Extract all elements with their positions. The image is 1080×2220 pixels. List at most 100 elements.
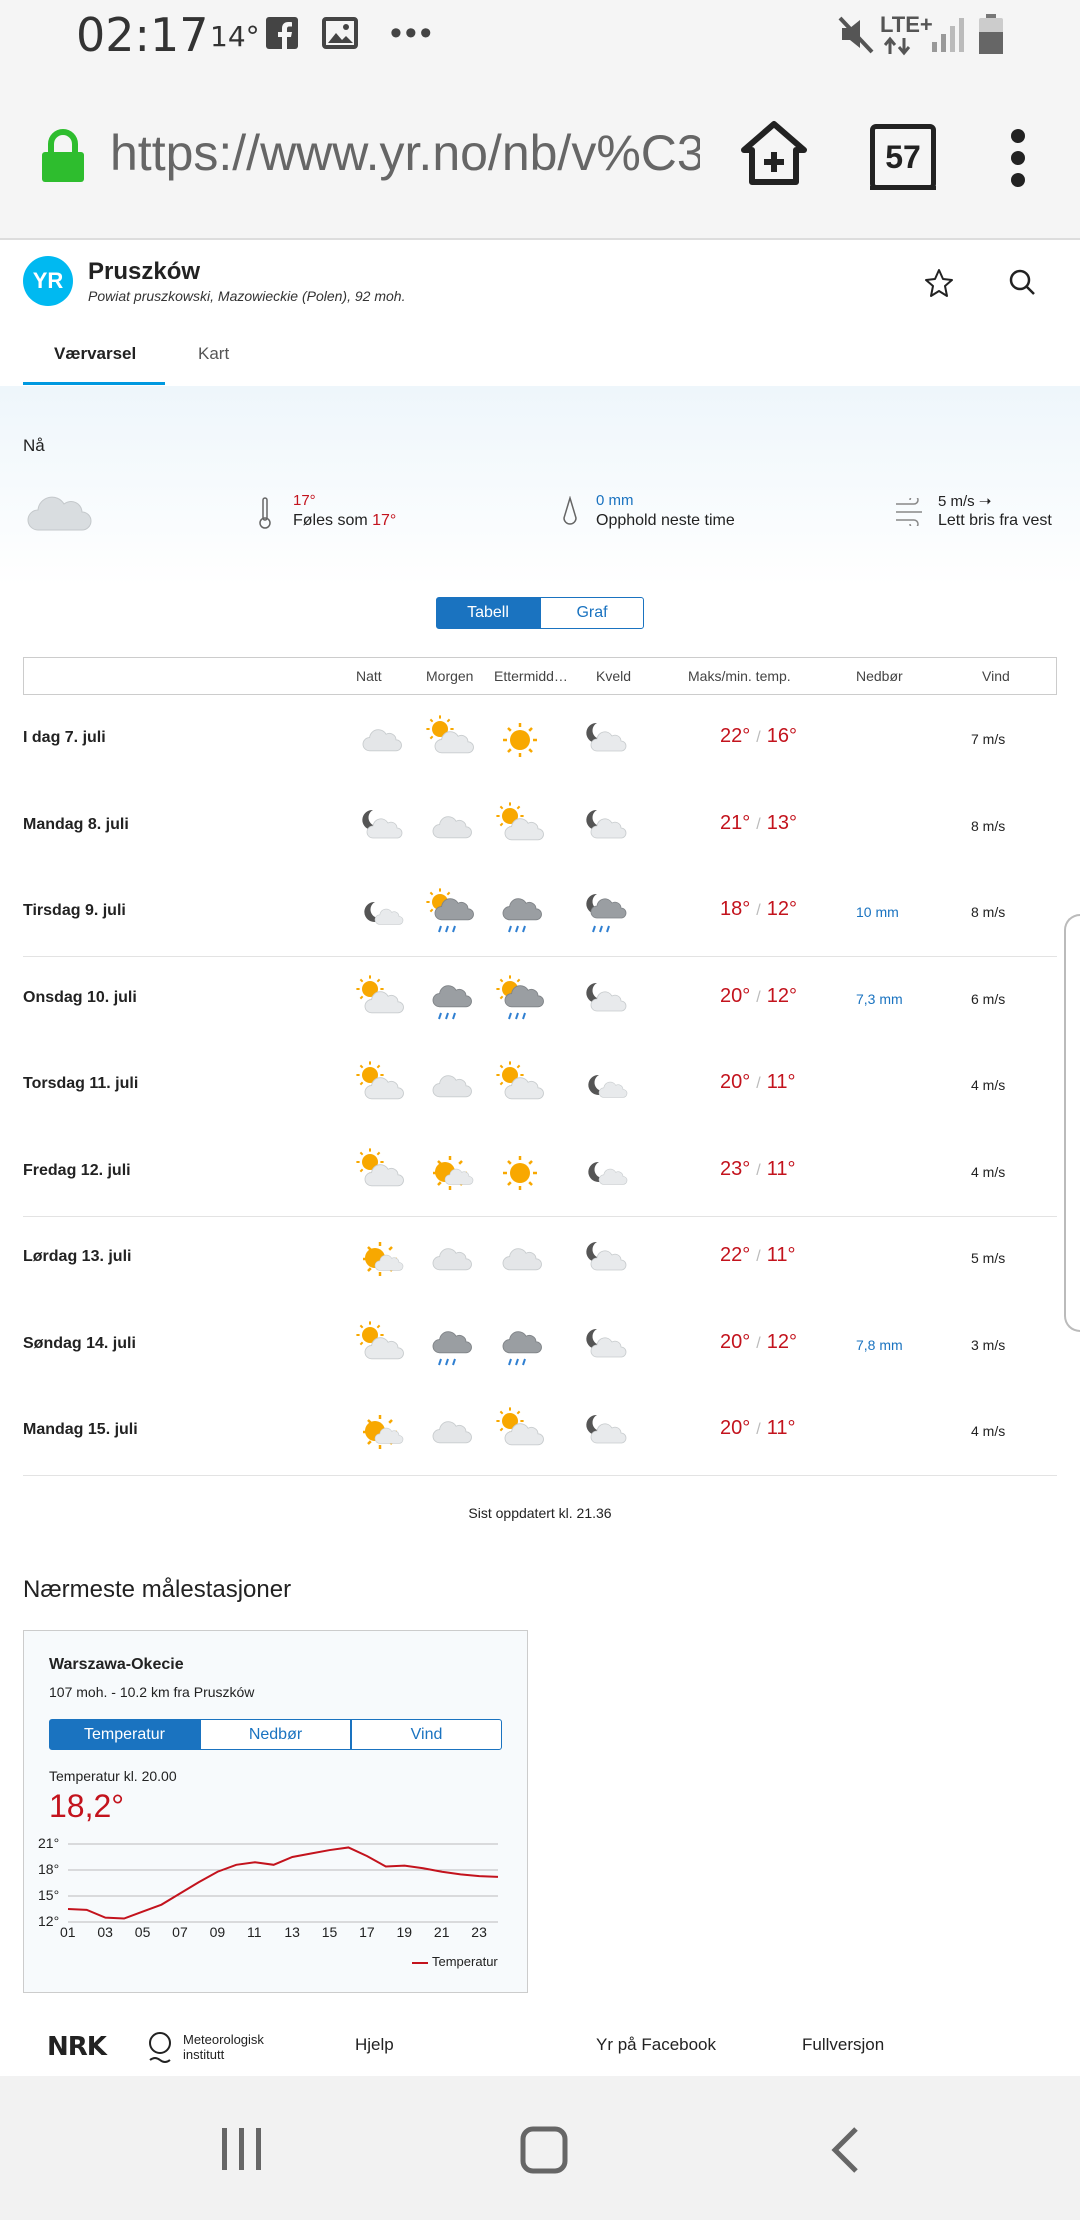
met-logo-icon [149, 2032, 171, 2063]
x-tick-label: 07 [172, 1924, 188, 1940]
row-max-temp: 23° [720, 1157, 751, 1180]
moon-cloud-icon [586, 982, 627, 1011]
table-row[interactable]: Mandag 15. juli 20° / 11° 4 m/s [23, 1389, 1057, 1475]
tab-switcher-button[interactable]: 57 [870, 124, 936, 190]
graph-view-button[interactable]: Graf [540, 597, 644, 629]
table-row[interactable]: Lørdag 13. juli 22° / 11° 5 m/s [23, 1216, 1057, 1302]
menu-kebab-icon[interactable] [1000, 128, 1036, 188]
x-tick-label: 11 [246, 1924, 262, 1940]
row-day: Fredag 12. juli [23, 1161, 131, 1179]
temp-divider: / [756, 988, 761, 1006]
star-icon[interactable] [924, 268, 954, 298]
row-precipitation: 7,8 mm [856, 1336, 903, 1353]
row-min-temp: 13° [766, 811, 797, 834]
row-max-temp: 21° [720, 811, 751, 834]
more-notifications-icon: ••• [390, 14, 435, 52]
table-row[interactable]: Torsdag 11. juli 20° / 11° 4 m/s [23, 1043, 1057, 1129]
partly-sunny-icon [496, 1061, 544, 1100]
now-wind-text: Lett bris fra vest [938, 512, 1052, 529]
tab-forecast[interactable]: Værvarsel [54, 344, 136, 364]
chart-legend: Temperatur [412, 1954, 498, 1969]
recent-apps-icon[interactable] [220, 2126, 264, 2172]
x-tick-label: 03 [97, 1924, 113, 1940]
wind-arrow-icon: ➝ [978, 493, 992, 510]
rain-cloud-icon [502, 898, 542, 933]
row-day: I dag 7. juli [23, 729, 106, 746]
partly-sunny-icon [496, 801, 544, 840]
row-day: Lørdag 13. juli [23, 1248, 132, 1265]
feels-like-label: Føles som [293, 512, 368, 529]
last-updated: Sist oppdatert kl. 21.36 [468, 1505, 612, 1521]
row-day: Mandag 8. juli [23, 815, 129, 833]
x-tick-label: 15 [321, 1924, 338, 1940]
partly-sunny-icon [426, 715, 474, 754]
cloud-icon [432, 1421, 472, 1444]
station-temp-label: Temperatur kl. 20.00 [49, 1768, 177, 1784]
moon-cloud-icon [586, 1414, 627, 1444]
table-view-button[interactable]: Tabell [436, 597, 540, 629]
row-day: Tirsdag 9. juli [23, 902, 126, 919]
temp-divider: / [756, 902, 761, 919]
footer-help-link[interactable]: Hjelp [355, 2035, 394, 2055]
moon-cloud-icon [586, 722, 627, 752]
moon-cloud-icon [586, 1241, 627, 1271]
x-tick-label: 05 [134, 1924, 151, 1940]
url-field[interactable]: https://www.yr.no/nb/v%C3 [110, 124, 700, 182]
row-wind: 7 m/s [971, 731, 1006, 747]
header-afternoon: Ettermidd… [494, 668, 568, 684]
row-min-temp: 16° [766, 725, 797, 747]
station-tab-temperature[interactable]: Temperatur [49, 1719, 200, 1750]
table-row[interactable]: I dag 7. juli 22° / 16° 7 m/s [23, 697, 1057, 783]
edge-panel-handle[interactable] [1064, 914, 1080, 1332]
station-tab-precipitation[interactable]: Nedbør [200, 1719, 351, 1750]
y-tick-label: 12° [38, 1913, 60, 1929]
temp-divider: / [756, 1421, 761, 1438]
home-icon[interactable] [520, 2126, 568, 2174]
footer-fullversion-link[interactable]: Fullversjon [802, 2035, 884, 2055]
met-logo[interactable]: Meteorologisk institutt [183, 2032, 293, 2062]
add-to-home-icon[interactable] [738, 118, 810, 190]
station-name[interactable]: Warszawa-Okecie [49, 1656, 184, 1674]
x-tick-label: 23 [471, 1924, 487, 1940]
x-tick-label: 21 [433, 1924, 450, 1940]
x-tick-label: 01 [60, 1924, 76, 1940]
row-wind: 6 m/s [971, 990, 1006, 1007]
table-row[interactable]: Fredag 12. juli 23° / 11° 4 m/s [23, 1130, 1057, 1216]
table-row[interactable]: Onsdag 10. juli 20° / 12° 7,3 mm 6 m/s [23, 957, 1057, 1043]
rain-cloud-icon [502, 1330, 542, 1365]
row-precipitation: 10 mm [856, 904, 899, 920]
tab-switcher-underline [870, 186, 936, 190]
table-row[interactable]: Tirsdag 9. juli 18° / 12° 10 mm 8 m/s [23, 870, 1057, 956]
row-max-temp: 18° [720, 898, 751, 920]
y-tick-label: 18° [38, 1861, 60, 1877]
feels-like-value: 17° [372, 512, 397, 529]
forecast-table-header: Natt Morgen Ettermidd… Kveld Maks/min. t… [23, 657, 1057, 695]
x-tick-label: 17 [359, 1924, 375, 1940]
now-precipitation-text: Opphold neste time [596, 512, 735, 529]
back-icon[interactable] [830, 2126, 860, 2174]
table-row[interactable]: Mandag 8. juli 21° / 13° 8 m/s [23, 784, 1057, 870]
partly-sunny-icon [356, 1320, 404, 1359]
lock-icon[interactable] [40, 128, 86, 184]
gallery-icon [322, 17, 358, 49]
x-tick-label: 13 [284, 1924, 300, 1940]
footer-facebook-link[interactable]: Yr på Facebook [596, 2035, 716, 2055]
temp-divider: / [756, 1161, 761, 1179]
header-precip: Nedbør [856, 668, 903, 684]
moon-cloud-icon [362, 809, 403, 838]
facebook-icon [266, 17, 298, 49]
now-panel [0, 386, 1080, 586]
data-arrows-icon [884, 36, 911, 56]
header-wind: Vind [982, 668, 1010, 684]
tab-map[interactable]: Kart [198, 344, 229, 364]
yr-logo[interactable]: YR [23, 256, 73, 306]
moon-partly-icon [588, 1161, 628, 1185]
nrk-logo[interactable]: NRK [47, 2032, 107, 2062]
x-tick-label: 09 [209, 1924, 226, 1940]
table-row[interactable]: Søndag 14. juli 20° / 12° 7,8 mm 3 m/s [23, 1303, 1057, 1389]
cloud-icon [27, 496, 92, 531]
header-maxmin: Maks/min. temp. [688, 668, 791, 684]
rain-cloud-icon [432, 1330, 472, 1365]
station-tab-wind[interactable]: Vind [351, 1719, 502, 1750]
search-icon[interactable] [1008, 268, 1036, 296]
